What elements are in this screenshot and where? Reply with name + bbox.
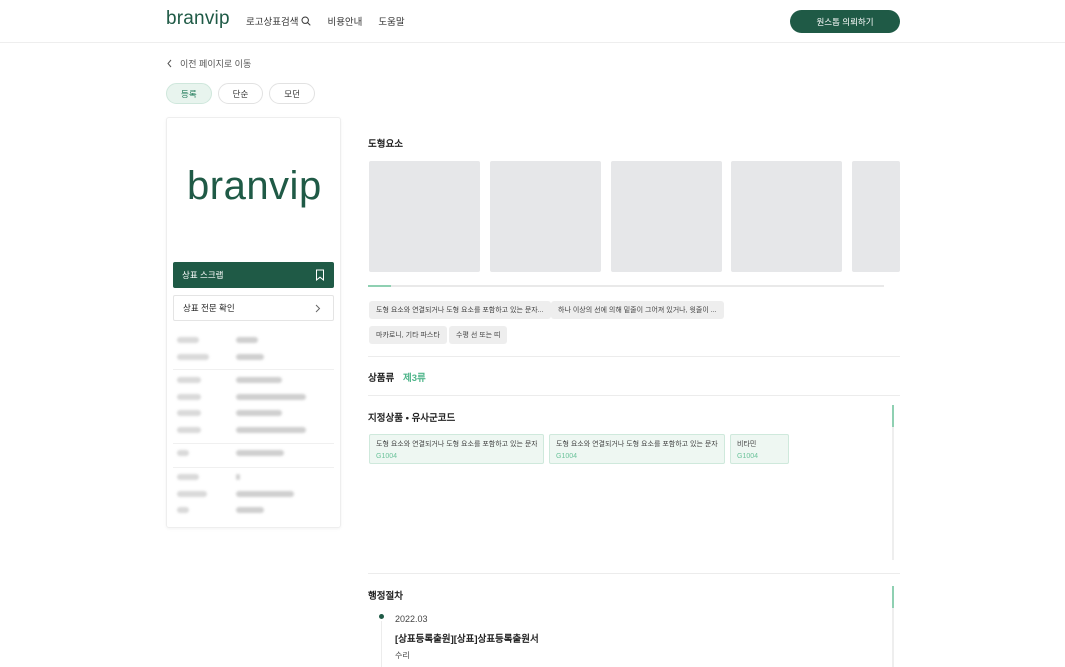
figure-thumbnail[interactable] [731,161,842,272]
divider [173,369,334,370]
info-row [177,445,332,462]
info-row [177,349,332,366]
goods-item-name: 비타민 [737,441,757,448]
goods-item-name: 도형 요소와 연결되거나 도형 요소를 포함하고 있는 문자... [376,441,537,448]
search-icon [301,16,312,26]
info-group-dates [177,372,332,438]
trademark-card: branvip 상표 스크랩 상표 전문 확인 [166,117,341,528]
one-stop-request-button[interactable]: 원스톱 의뢰하기 [790,10,900,33]
tab-modern[interactable]: 모던 [269,83,315,104]
divider [173,467,334,468]
back-link[interactable]: 이전 페이지로 이동 [166,57,251,70]
figure-thumbnail[interactable] [369,161,480,272]
figure-thumbnail[interactable] [490,161,601,272]
divider [368,573,900,574]
full-text-button-label: 상표 전문 확인 [183,303,235,313]
nav-item-logo-search[interactable]: 로고상표검색 [246,14,312,28]
info-row [177,486,332,503]
class-label: 상품류 [368,373,395,384]
figure-chip: 하나 이상의 선에 의해 밑줄이 그어져 있거나, 윗줄이 ... [551,301,724,319]
chevron-right-icon [315,304,321,313]
timeline-line [381,621,382,667]
info-row [177,372,332,389]
info-row [177,389,332,406]
procedure-section-title: 행정절차 [368,591,403,602]
info-row [177,502,332,519]
figure-chip: 수평 선 또는 띠 [449,326,508,344]
procedure-scrollbar-thumb[interactable] [892,586,894,608]
info-row [177,422,332,439]
info-row [177,405,332,422]
top-header: branvip 로고상표검색 비용안내 도움말 원스톱 의뢰하기 [0,0,1065,43]
tab-simple[interactable]: 단순 [217,83,264,104]
goods-item-code: G1004 [376,453,398,460]
goods-item-name: 도형 요소와 연결되거나 도형 요소를 포함하고 있는 문자... [556,441,718,448]
brand-logo[interactable]: branvip [166,8,230,30]
nav-item-pricing[interactable]: 비용안내 [327,14,362,28]
procedure-status: 수리 [395,651,410,660]
nav-item-label: 도움말 [378,17,405,28]
goods-scrollbar-thumb[interactable] [892,405,894,427]
figure-chip: 도형 요소와 연결되거나 도형 요소를 포함하고 있는 문자... [369,301,551,319]
trademark-full-text-button[interactable]: 상표 전문 확인 [173,295,334,321]
info-group-agent [177,469,332,519]
goods-item[interactable]: 도형 요소와 연결되거나 도형 요소를 포함하고 있는 문자... G1004 [369,434,544,464]
main-nav: 로고상표검색 비용안내 도움말 [246,14,421,28]
info-row [177,469,332,486]
figure-chip: 마카로니, 기타 파스타 [369,326,447,344]
trademark-image: branvip [187,164,322,208]
style-tabs: 등록 단순 모던 [166,83,321,104]
carousel-progress-fill [368,285,391,287]
info-group-owner [177,445,332,462]
figure-thumbnail[interactable] [611,161,722,272]
divider [173,443,334,444]
nav-item-help[interactable]: 도움말 [378,14,404,28]
procedure-title: [상표등록출원][상표]상표등록출원서 [395,634,539,645]
goods-item[interactable]: 도형 요소와 연결되거나 도형 요소를 포함하고 있는 문자... G1004 [549,434,725,464]
timeline-dot [379,614,384,619]
procedure-scrollbar[interactable] [892,586,894,667]
goods-item[interactable]: 비타민 G1004 [730,434,789,464]
carousel-progress[interactable] [368,285,884,287]
tab-registered[interactable]: 등록 [166,83,212,104]
procedure-date: 2022.03 [395,614,428,624]
nav-item-label: 로고상표검색 [246,17,299,28]
divider [368,356,900,357]
class-value: 제3류 [403,373,426,384]
chevron-left-icon [167,59,172,68]
figure-section-title: 도형요소 [368,139,403,150]
trademark-scrap-button[interactable]: 상표 스크랩 [173,262,334,288]
goods-item-code: G1004 [556,453,578,460]
info-row [177,332,332,349]
info-group-basic [177,332,332,365]
divider [368,395,900,396]
goods-item-code: G1004 [737,453,759,460]
figure-thumbnail[interactable] [852,161,900,272]
goods-section-title: 지정상품 • 유사군코드 [368,413,456,424]
back-link-label: 이전 페이지로 이동 [180,59,252,69]
bookmark-icon [316,269,324,281]
nav-item-label: 비용안내 [327,17,363,28]
goods-scrollbar[interactable] [892,405,894,560]
scrap-button-label: 상표 스크랩 [182,270,224,280]
